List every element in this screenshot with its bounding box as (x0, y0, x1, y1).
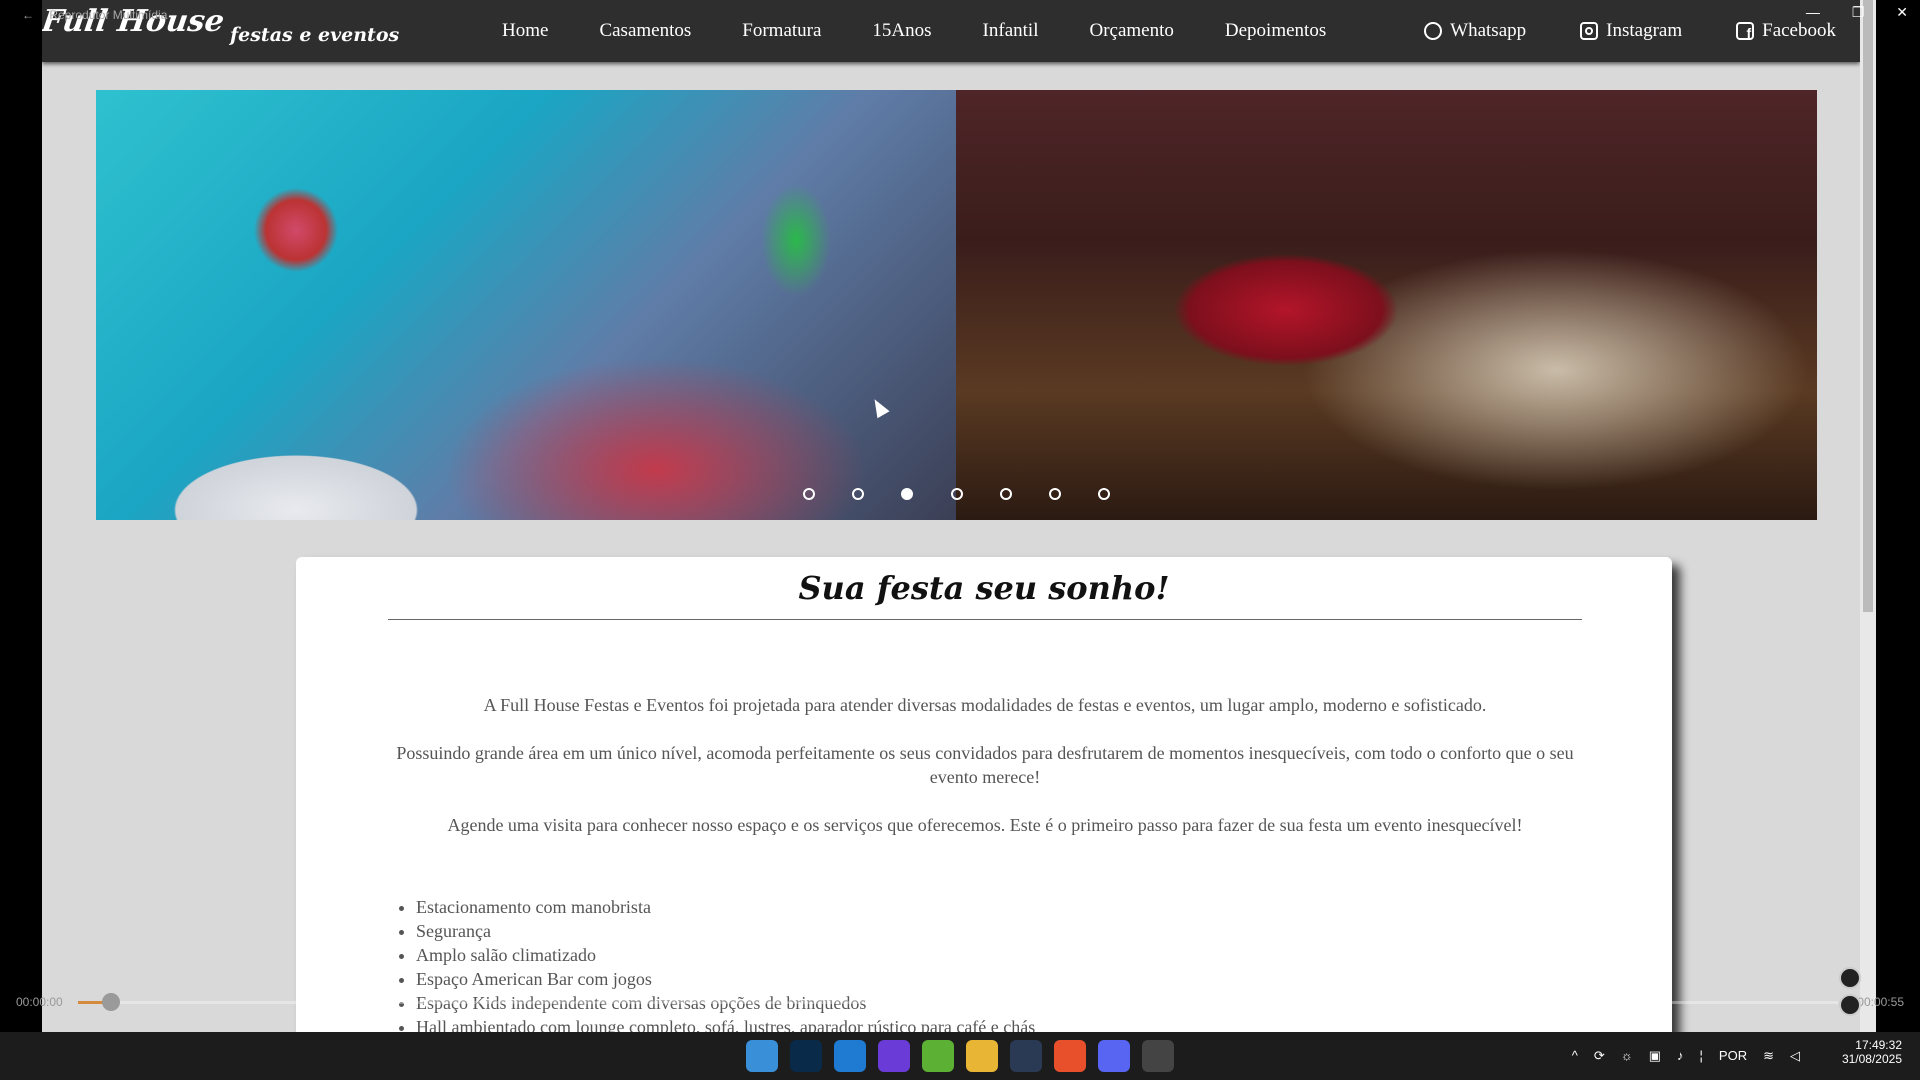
media-player-icon[interactable] (1142, 1040, 1174, 1072)
language-indicator[interactable]: POR (1719, 1048, 1747, 1064)
website-viewport: Full House festas e eventos Home Casament… (42, 0, 1860, 1032)
intro-paragraph-2: Possuindo grande área em um único nível,… (396, 743, 1574, 787)
slide-image-ballroom (96, 90, 956, 520)
steam-icon[interactable] (1010, 1040, 1042, 1072)
speaker-icon[interactable]: ◁ (1790, 1048, 1800, 1064)
intellij-icon[interactable] (878, 1040, 910, 1072)
slider-dot-active[interactable] (901, 488, 914, 500)
chevron-up-icon[interactable]: ^ (1572, 1048, 1578, 1064)
facebook-label: Facebook (1762, 20, 1836, 41)
menu-casamentos[interactable]: Casamentos (599, 20, 691, 42)
seek-track[interactable] (78, 1001, 1838, 1004)
card-title: Sua festa seu sonho! (798, 569, 1170, 607)
intro-paragraph-1: A Full House Festas e Eventos foi projet… (483, 695, 1487, 715)
slider-dot[interactable] (852, 488, 865, 500)
discord-icon[interactable] (1098, 1040, 1130, 1072)
list-item: Segurança (416, 919, 1035, 943)
display-icon[interactable]: ▣ (1649, 1048, 1661, 1064)
instagram-icon (1580, 22, 1599, 40)
facebook-link[interactable]: Facebook (1736, 20, 1836, 42)
slider-dot[interactable] (950, 488, 963, 500)
taskbar-apps (746, 1040, 1186, 1072)
window-controls: — ❐ ✕ (1778, 4, 1920, 21)
spring-icon[interactable] (922, 1040, 954, 1072)
minimize-button[interactable]: — (1806, 4, 1820, 20)
slider-dots (96, 485, 1817, 504)
whatsapp-link[interactable]: Whatsapp (1424, 20, 1526, 42)
title-divider (388, 619, 1582, 620)
wifi-icon[interactable]: ≋ (1763, 1048, 1774, 1064)
clock-date: 31/08/2025 (1841, 1052, 1902, 1066)
duration-time: 00:00:55 (1857, 995, 1904, 1009)
social-links: Whatsapp Instagram Facebook (1370, 0, 1836, 62)
menu-home[interactable]: Home (502, 20, 548, 42)
elapsed-time: 00:00:00 (16, 995, 63, 1009)
seek-thumb[interactable] (102, 993, 120, 1011)
whatsapp-label: Whatsapp (1450, 20, 1527, 41)
navbar: Full House festas e eventos Home Casament… (42, 0, 1860, 62)
microphone-icon[interactable]: ¦ (1700, 1048, 1703, 1064)
clock-time: 17:49:32 (1855, 1038, 1902, 1052)
intro-paragraph-3: Agende uma visita para conhecer nosso es… (447, 815, 1523, 835)
brave-icon[interactable] (1054, 1040, 1086, 1072)
list-item: Estacionamento com manobrista (416, 895, 1035, 919)
player-seekbar: 00:00:00 00:00:55 (0, 987, 1920, 1017)
brightness-icon[interactable]: ☼ (1621, 1048, 1633, 1064)
slide-image-banquet-table (956, 90, 1817, 520)
restore-button[interactable]: ❐ (1852, 4, 1865, 20)
list-item: Amplo salão climatizado (416, 943, 1035, 967)
instagram-label: Instagram (1606, 20, 1683, 41)
page-scrollbar[interactable] (1860, 0, 1876, 1032)
clock[interactable]: 17:49:32 31/08/2025 (1842, 1038, 1902, 1066)
photoshop-icon[interactable] (790, 1040, 822, 1072)
file-explorer-icon[interactable] (966, 1040, 998, 1072)
fullscreen-button[interactable] (1839, 967, 1861, 989)
menu-formatura[interactable]: Formatura (742, 20, 821, 42)
back-arrow-icon[interactable]: ← (22, 8, 34, 22)
system-tray: ^ ⟳ ☼ ▣ ♪ ¦ POR ≋ ◁ (1572, 1048, 1800, 1064)
sync-icon[interactable]: ⟳ (1594, 1048, 1605, 1064)
list-item: Hall ambientado com lounge completo, sof… (416, 1015, 1035, 1032)
slider-dot[interactable] (803, 488, 816, 500)
facebook-icon (1736, 22, 1755, 41)
intro-card: Sua festa seu sonho! A Full House Festas… (296, 557, 1672, 1032)
menu-infantil[interactable]: Infantil (983, 20, 1039, 42)
menu-15anos[interactable]: 15Anos (872, 20, 931, 42)
hero-slider[interactable] (96, 90, 1817, 520)
close-button[interactable]: ✕ (1896, 4, 1908, 20)
logo-sub-text: festas e eventos (229, 24, 400, 46)
main-menu: Home Casamentos Formatura 15Anos Infanti… (502, 0, 1377, 62)
slider-dot[interactable] (999, 488, 1012, 500)
windows-taskbar: ^ ⟳ ☼ ▣ ♪ ¦ POR ≋ ◁ 17:49:32 31/08/2025 (0, 1032, 1920, 1080)
whatsapp-icon (1424, 22, 1443, 40)
slider-dot[interactable] (1048, 488, 1061, 500)
slider-dot[interactable] (1097, 488, 1110, 500)
scrollbar-thumb[interactable] (1863, 0, 1873, 612)
menu-depoimentos[interactable]: Depoimentos (1225, 20, 1326, 42)
media-player-window: Full House festas e eventos Home Casament… (0, 0, 1920, 1080)
player-title-text: Reprodutor Multimídia (49, 8, 168, 22)
volume-icon[interactable]: ♪ (1677, 1048, 1684, 1064)
vscode-icon[interactable] (834, 1040, 866, 1072)
instagram-link[interactable]: Instagram (1580, 20, 1682, 42)
menu-orcamento[interactable]: Orçamento (1089, 20, 1173, 42)
windows-start-icon[interactable] (746, 1040, 778, 1072)
player-titlebar: ← Reprodutor Multimídia (22, 8, 167, 22)
settings-button[interactable] (1839, 994, 1861, 1016)
